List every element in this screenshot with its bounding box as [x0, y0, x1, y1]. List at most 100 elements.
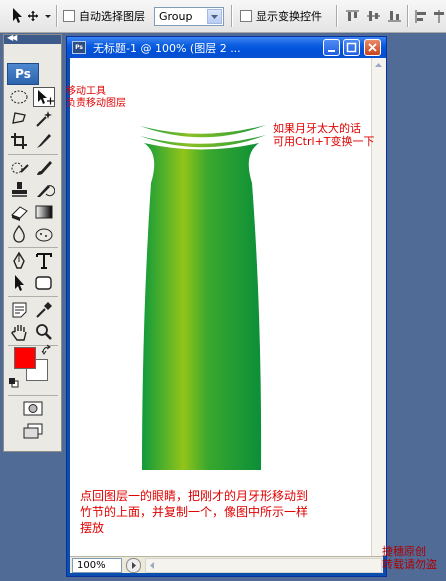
healing-brush-tool[interactable] — [9, 158, 31, 178]
screen-mode-button[interactable] — [22, 421, 44, 441]
align-top-edges-icon[interactable] — [345, 9, 360, 23]
scroll-up-arrow-icon[interactable] — [372, 58, 385, 72]
magic-wand-icon — [36, 111, 52, 127]
maximize-icon — [346, 42, 357, 53]
clone-stamp-tool[interactable] — [9, 180, 31, 200]
show-transform-label: 显示变换控件 — [256, 10, 322, 23]
status-menu-button[interactable] — [126, 558, 141, 573]
close-button[interactable] — [364, 39, 381, 56]
separator — [336, 5, 338, 27]
horizontal-scrollbar[interactable] — [145, 558, 382, 573]
photoshop-document-icon: Ps — [72, 41, 86, 54]
separator — [8, 154, 58, 155]
rounded-rectangle-icon — [35, 276, 52, 290]
type-tool[interactable] — [33, 251, 55, 271]
pen-tool[interactable] — [9, 251, 31, 271]
instruction-annotation: 点回图层一的眼睛，把刚才的月牙形移动到 竹节的上面，并复制一个，像图中所示一样 … — [80, 488, 308, 536]
scroll-left-arrow-icon[interactable] — [146, 559, 158, 572]
history-brush-icon — [37, 185, 56, 197]
document-status-bar: 100% — [70, 556, 383, 573]
annotation-line: 可用Ctrl+T变换一下 — [273, 135, 375, 148]
annotation-line: 摆放 — [80, 521, 105, 535]
foreground-color-swatch[interactable] — [14, 347, 36, 369]
minimize-button[interactable] — [323, 39, 340, 56]
blur-tool[interactable] — [9, 224, 31, 244]
align-horizontal-centers-icon[interactable] — [432, 9, 446, 23]
close-icon — [368, 43, 377, 52]
watermark-line: 转载请勿盗 — [382, 558, 437, 571]
pen-icon — [13, 251, 25, 269]
stamp-icon — [12, 182, 27, 197]
crop-icon — [11, 133, 27, 149]
slice-knife-icon — [37, 134, 51, 148]
auto-select-label: 自动选择图层 — [79, 10, 145, 23]
watermark-line: 捷穗原创 — [382, 545, 426, 558]
crescent-shape-top — [140, 125, 266, 138]
lasso-tool[interactable] — [9, 109, 31, 129]
magnifier-icon — [36, 324, 52, 340]
eyedropper-tool[interactable] — [33, 300, 55, 320]
crescent-annotation: 如果月牙太大的话 可用Ctrl+T变换一下 — [273, 122, 375, 148]
brush-icon — [37, 161, 52, 175]
eraser-tool[interactable] — [9, 202, 31, 222]
separator — [8, 247, 58, 248]
document-title-bar[interactable]: Ps 无标题-1 @ 100% (图层 2 ... — [67, 37, 386, 58]
separator — [231, 5, 233, 27]
annotation-line: 竹节的上面，并复制一个，像图中所示一样 — [80, 505, 309, 519]
options-bar: 自动选择图层 Group 显示变换控件 — [0, 0, 446, 33]
spot-healing-icon — [11, 162, 29, 174]
separator — [8, 296, 58, 297]
hand-icon — [11, 325, 27, 341]
align-vertical-centers-icon[interactable] — [366, 9, 381, 23]
eraser-icon — [11, 206, 28, 221]
magic-wand-tool[interactable] — [33, 109, 55, 129]
zoom-level-field[interactable]: 100% — [72, 558, 122, 573]
path-selection-tool[interactable] — [9, 273, 31, 293]
auto-select-checkbox[interactable] — [63, 10, 75, 22]
tool-preset-picker[interactable] — [6, 5, 52, 27]
group-select-value: Group — [159, 10, 193, 23]
gradient-icon — [35, 205, 53, 219]
slice-tool[interactable] — [33, 131, 55, 151]
move-tool-icon — [13, 8, 51, 23]
crop-tool[interactable] — [9, 131, 31, 151]
document-title: 无标题-1 @ 100% (图层 2 ... — [93, 42, 241, 55]
note-icon — [12, 302, 27, 318]
tools-panel-header[interactable]: ◀◀ — [4, 33, 61, 44]
show-transform-checkbox[interactable] — [240, 10, 252, 22]
default-colors-icon[interactable] — [9, 378, 19, 388]
ellipse-marquee-icon — [10, 90, 28, 104]
move-tool[interactable] — [33, 87, 55, 107]
auto-select-target-dropdown[interactable]: Group — [154, 7, 224, 26]
chevron-down-icon — [207, 9, 222, 24]
annotation-line: 负责移动图层 — [66, 98, 126, 109]
align-left-edges-icon[interactable] — [414, 9, 429, 23]
maximize-button[interactable] — [343, 39, 360, 56]
elliptical-marquee-tool[interactable] — [9, 87, 31, 107]
notes-tool[interactable] — [9, 300, 31, 320]
gradient-tool[interactable] — [33, 202, 55, 222]
history-brush-tool[interactable] — [33, 180, 56, 200]
separator — [8, 395, 58, 396]
eyedropper-icon — [36, 302, 52, 318]
tools-panel: ◀◀ Ps — [3, 33, 62, 452]
zoom-tool[interactable] — [33, 322, 55, 342]
blur-drop-icon — [13, 224, 25, 243]
quick-mask-mode-button[interactable] — [22, 399, 44, 419]
hand-tool[interactable] — [9, 322, 31, 342]
photoshop-logo[interactable]: Ps — [7, 63, 39, 85]
quick-mask-icon — [23, 401, 43, 416]
shape-tool[interactable] — [33, 273, 55, 293]
separator — [56, 5, 58, 27]
dodge-tool[interactable] — [33, 224, 55, 244]
screen-mode-icon — [23, 423, 43, 439]
minimize-icon — [328, 50, 335, 52]
move-tool-annotation: 移动工具 负责移动图层 — [66, 86, 126, 110]
swap-colors-icon[interactable] — [41, 344, 53, 356]
type-t-icon — [36, 253, 52, 269]
triangle-right-icon — [132, 562, 136, 569]
annotation-line: 点回图层一的眼睛，把刚才的月牙形移动到 — [80, 489, 309, 503]
brush-tool[interactable] — [33, 158, 55, 178]
sponge-icon — [35, 228, 53, 242]
align-bottom-edges-icon[interactable] — [387, 9, 402, 23]
